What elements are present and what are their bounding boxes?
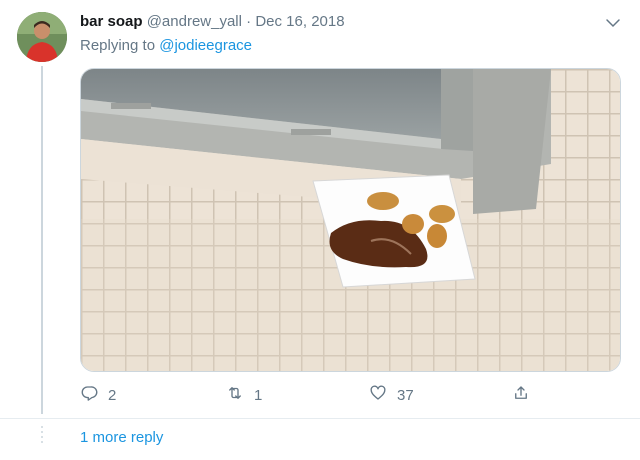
retweet-icon [226,384,244,406]
thread-line [41,66,43,414]
reply-count: 2 [108,386,117,404]
author-handle[interactable]: @andrew_yall [147,13,242,30]
retweet-button[interactable]: 1 [226,384,262,406]
retweet-count: 1 [254,386,263,404]
reply-icon [80,384,98,406]
replying-user-link[interactable]: @jodieegrace [159,37,252,54]
tweet[interactable]: bar soap @andrew_yall · Dec 16, 2018 Rep… [0,0,640,420]
photo-image [81,69,620,371]
separator-dot: · [246,13,252,30]
replying-to: Replying to @jodieegrace [80,36,252,56]
tweet-actions: 2 1 37 [80,384,540,406]
share-icon [512,384,530,406]
tweet-photo[interactable] [80,68,621,372]
like-count: 37 [397,386,414,404]
tweet-header: bar soap @andrew_yall · Dec 16, 2018 [80,12,345,32]
tweet-date[interactable]: Dec 16, 2018 [255,13,344,30]
author-name[interactable]: bar soap [80,13,143,30]
thread-dots [40,426,44,450]
avatar[interactable] [17,12,67,62]
replying-prefix: Replying to [80,37,156,54]
like-button[interactable]: 37 [369,384,414,406]
more-replies-link[interactable]: 1 more reply [80,428,163,448]
divider [0,418,640,419]
heart-icon [369,384,387,406]
chevron-down-icon[interactable] [604,14,622,32]
share-button[interactable] [512,384,530,406]
reply-button[interactable]: 2 [80,384,116,406]
